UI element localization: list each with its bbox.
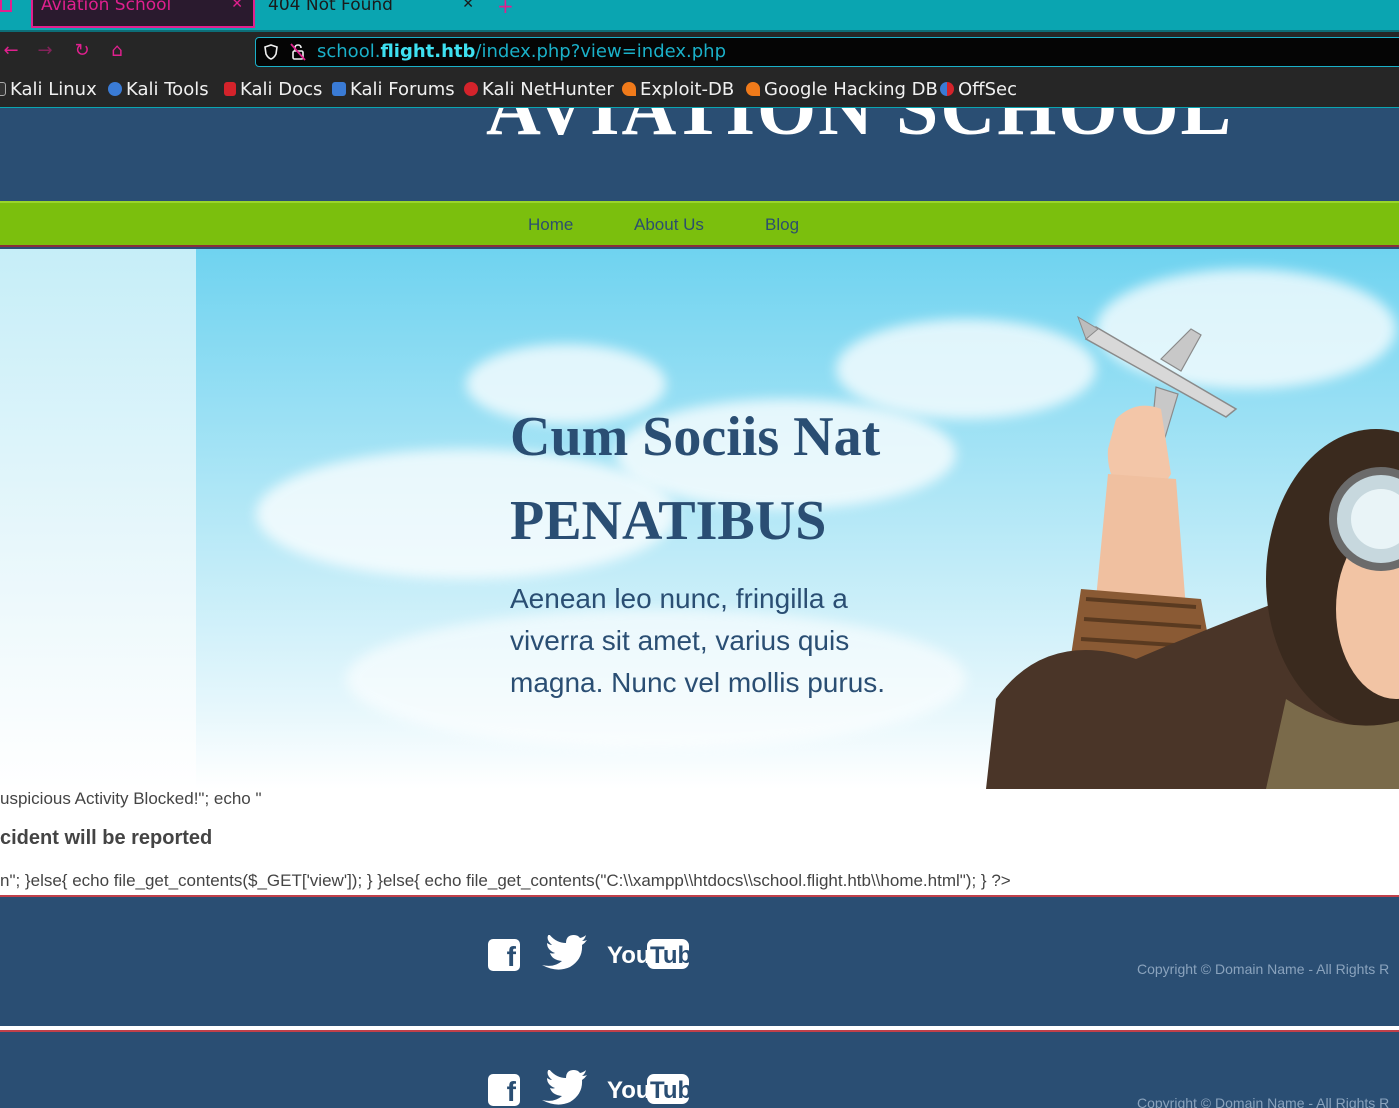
- menu-item-blog[interactable]: Blog: [765, 215, 799, 235]
- url-bar[interactable]: school.flight.htb/index.php?view=index.p…: [255, 37, 1399, 67]
- menu-item-about-us[interactable]: About Us: [634, 215, 704, 235]
- site-footer-duplicate: f You Tube Copyright © Domain Name - All…: [0, 1034, 1399, 1108]
- new-tab-icon[interactable]: +: [497, 0, 514, 18]
- kali-docs-icon: [224, 82, 236, 96]
- offsec-icon: [940, 82, 954, 96]
- bookmark-kali-forums[interactable]: Kali Forums: [332, 79, 455, 100]
- menu-item-home[interactable]: Home: [528, 215, 573, 235]
- bookmarks-bar: Kali Linux Kali Tools Kali Docs Kali For…: [0, 72, 1399, 108]
- youtube-you: You: [607, 1077, 651, 1104]
- leaked-source-line: uspicious Activity Blocked!"; echo ": [0, 789, 262, 808]
- url-prefix: school.: [317, 41, 381, 62]
- tracking-shield-icon[interactable]: [264, 44, 278, 60]
- pilot-illustration: [986, 315, 1399, 789]
- bookmark-label: Kali NetHunter: [482, 79, 614, 100]
- bookmark-label: OffSec: [958, 79, 1017, 100]
- site-header: AVIATION SCHOOL: [0, 108, 1399, 201]
- tab-bar: Aviation School ✕ 404 Not Found ✕ +: [0, 0, 1399, 32]
- home-icon[interactable]: ⌂: [106, 40, 128, 62]
- bookmark-kali-nethunter[interactable]: Kali NetHunter: [464, 79, 614, 100]
- twitter-icon[interactable]: [540, 1070, 588, 1106]
- twitter-icon[interactable]: [540, 935, 588, 971]
- bookmark-label: Kali Tools: [126, 79, 209, 100]
- bookmark-kali-docs[interactable]: Kali Docs: [224, 79, 322, 100]
- youtube-icon[interactable]: You Tube: [607, 937, 693, 971]
- bookmark-offsec[interactable]: OffSec: [940, 79, 1017, 100]
- url-text[interactable]: school.flight.htb/index.php?view=index.p…: [317, 41, 726, 62]
- exploit-db-icon: [622, 82, 636, 96]
- tab-title: 404 Not Found: [268, 0, 393, 15]
- bookmark-kali-tools[interactable]: Kali Tools: [108, 79, 209, 100]
- leaked-source-line: n"; }else{ echo file_get_contents($_GET[…: [0, 871, 1011, 890]
- hero-title: Cum Sociis Nat PENATIBUS: [510, 395, 970, 563]
- tab-404-not-found[interactable]: 404 Not Found ✕: [262, 0, 482, 28]
- bookmark-kali-linux[interactable]: Kali Linux: [0, 79, 97, 100]
- bookmark-label: Kali Forums: [350, 79, 455, 100]
- hero-side-wash: [0, 249, 196, 789]
- kali-forums-icon: [332, 82, 346, 96]
- bookmark-label: Kali Linux: [10, 79, 97, 100]
- reload-icon[interactable]: ↻: [71, 40, 93, 62]
- youtube-tube: Tube: [650, 1077, 693, 1104]
- ghdb-icon: [746, 82, 760, 96]
- youtube-tube: Tube: [650, 942, 693, 969]
- main-menu: Home About Us Blog: [0, 201, 1399, 247]
- tab-aviation-school[interactable]: Aviation School ✕: [31, 0, 255, 28]
- bookmark-label: Kali Docs: [240, 79, 323, 100]
- hero-title-line: PENATIBUS: [510, 490, 827, 552]
- page-content: uspicious Activity Blocked!"; echo ": [0, 249, 1399, 895]
- youtube-icon[interactable]: You Tube: [607, 1072, 693, 1106]
- bookmark-exploit-db[interactable]: Exploit-DB: [622, 79, 734, 100]
- hero-title-line: Cum Sociis Nat: [510, 406, 881, 468]
- site-logo[interactable]: AVIATION SCHOOL: [486, 108, 1233, 153]
- copyright-text: Copyright © Domain Name - All Rights R: [1137, 1095, 1390, 1108]
- bookmark-label: Exploit-DB: [640, 79, 735, 100]
- kali-tools-icon: [108, 82, 122, 96]
- tab-title: Aviation School: [41, 0, 172, 15]
- kali-dragon-icon: [0, 82, 6, 96]
- close-icon[interactable]: ✕: [462, 0, 474, 12]
- hero-text: Aenean leo nunc, fringilla a viverra sit…: [510, 583, 886, 698]
- facebook-icon[interactable]: f: [488, 1074, 520, 1107]
- bookmark-google-hacking-db[interactable]: Google Hacking DB: [746, 79, 938, 100]
- back-arrow-icon[interactable]: ←: [0, 40, 22, 62]
- forward-arrow-icon[interactable]: →: [34, 40, 56, 62]
- facebook-icon[interactable]: f: [488, 939, 520, 972]
- nethunter-icon: [464, 82, 478, 96]
- bookmark-label: Google Hacking DB: [764, 79, 938, 100]
- youtube-you: You: [607, 942, 651, 969]
- tab-list-icon[interactable]: [0, 0, 12, 12]
- url-host: flight.htb: [380, 41, 476, 62]
- leaked-source-heading: cident will be reported: [0, 827, 213, 849]
- copyright-text: Copyright © Domain Name - All Rights R: [1137, 961, 1390, 977]
- footer-divider: [0, 1026, 1399, 1032]
- site-footer: f You Tube Copyright © Domain Name - All…: [0, 895, 1399, 1026]
- insecure-lock-icon[interactable]: [290, 43, 306, 61]
- close-icon[interactable]: ✕: [231, 0, 243, 12]
- url-path: /index.php?view=index.php: [475, 41, 727, 62]
